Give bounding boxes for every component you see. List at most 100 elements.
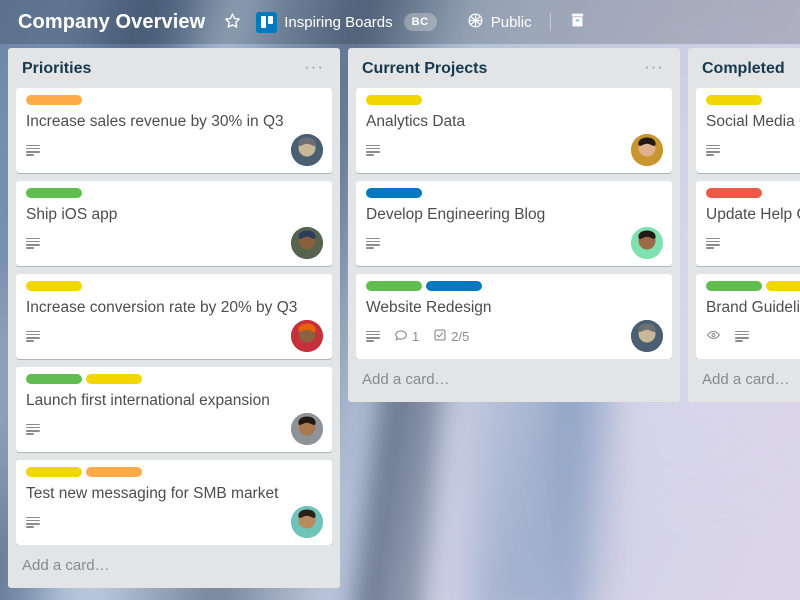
card-badges: [26, 330, 40, 342]
card-labels: [366, 188, 663, 198]
card[interactable]: Develop Engineering Blog: [356, 181, 672, 266]
list-title[interactable]: Current Projects: [362, 60, 487, 78]
add-card-button[interactable]: Add a card…: [8, 545, 340, 582]
card[interactable]: Increase conversion rate by 20% by Q3: [16, 274, 332, 359]
member-avatar[interactable]: [291, 413, 323, 445]
list-header: Priorities ···: [8, 48, 340, 88]
card-badges: [366, 144, 380, 156]
card[interactable]: Increase sales revenue by 30% in Q3: [16, 88, 332, 173]
member-avatar[interactable]: [291, 320, 323, 352]
board-header: Company Overview Inspiring Boards BC Pub…: [0, 0, 800, 44]
card[interactable]: Launch first international expansion: [16, 367, 332, 452]
badge-description: [26, 330, 40, 342]
star-outline-icon: [224, 12, 241, 33]
card-badges: [706, 237, 720, 249]
description-icon: [26, 144, 40, 156]
comment-icon: [394, 328, 408, 345]
description-icon: [26, 237, 40, 249]
card-badges: [706, 328, 749, 345]
label-chip[interactable]: [26, 281, 82, 291]
description-icon: [366, 144, 380, 156]
list-title[interactable]: Priorities: [22, 60, 91, 78]
card-title: Website Redesign: [366, 299, 492, 316]
badge-description: [26, 144, 40, 156]
card-title: Brand Guidelines: [706, 299, 800, 316]
badge-description: [366, 330, 380, 342]
label-chip[interactable]: [26, 467, 82, 477]
card-footer: [26, 320, 323, 352]
label-chip[interactable]: [766, 281, 800, 291]
card-footer: 1 2/5: [366, 320, 663, 352]
card-title: Increase conversion rate by 20% by Q3: [26, 299, 298, 316]
card[interactable]: Brand Guidelines: [696, 274, 800, 359]
page-title[interactable]: Company Overview: [12, 9, 211, 36]
card-footer: [26, 227, 323, 259]
description-icon: [26, 330, 40, 342]
card-list: Social Media Campaign Update Help Center B…: [688, 88, 800, 359]
card-badges: 1 2/5: [366, 328, 469, 345]
card[interactable]: Website Redesign 1 2/5: [356, 274, 672, 359]
list-title[interactable]: Completed: [702, 60, 785, 78]
label-chip[interactable]: [26, 95, 82, 105]
card-title: Social Media Campaign: [706, 113, 800, 130]
label-chip[interactable]: [86, 467, 142, 477]
card-badges: [26, 516, 40, 528]
card-badges: [366, 237, 380, 249]
list-header: Current Projects ···: [348, 48, 680, 88]
label-chip[interactable]: [706, 95, 762, 105]
team-button[interactable]: Inspiring Boards BC: [248, 7, 445, 37]
trello-team-logo-icon: [256, 11, 278, 33]
label-chip[interactable]: [426, 281, 482, 291]
description-icon: [706, 237, 720, 249]
badge-description: [26, 516, 40, 528]
list-completed: Completed··· Social Media Campaign Update …: [688, 48, 800, 402]
card-footer: [26, 506, 323, 538]
member-avatar[interactable]: [291, 134, 323, 166]
header-divider: [549, 13, 551, 31]
label-chip[interactable]: [366, 188, 422, 198]
member-avatar[interactable]: [631, 134, 663, 166]
badge-description: [706, 144, 720, 156]
card[interactable]: Test new messaging for SMB market: [16, 460, 332, 545]
label-chip[interactable]: [86, 374, 142, 384]
list-priorities: Priorities ··· Increase sales revenue by 3…: [8, 48, 340, 588]
member-avatar[interactable]: [631, 227, 663, 259]
label-chip[interactable]: [706, 188, 762, 198]
visibility-button[interactable]: Public: [459, 7, 540, 37]
card-badges: [26, 144, 40, 156]
card-footer: [26, 413, 323, 445]
label-chip[interactable]: [366, 281, 422, 291]
add-card-button[interactable]: Add a card…: [348, 359, 680, 396]
card-labels: [26, 281, 323, 291]
card-footer: [706, 227, 800, 259]
card-footer: [706, 134, 800, 166]
star-board-button[interactable]: [217, 7, 248, 37]
card-labels: [26, 467, 323, 477]
list-menu-dots-icon[interactable]: ···: [298, 58, 330, 77]
label-chip[interactable]: [366, 95, 422, 105]
member-avatar[interactable]: [291, 506, 323, 538]
member-avatar[interactable]: [291, 227, 323, 259]
board-canvas: Company Overview Inspiring Boards BC Pub…: [0, 0, 800, 600]
card[interactable]: Update Help Center: [696, 181, 800, 266]
card-title: Increase sales revenue by 30% in Q3: [26, 113, 284, 130]
card-labels: [366, 281, 663, 291]
member-avatar[interactable]: [631, 320, 663, 352]
description-icon: [26, 423, 40, 435]
checklist-icon: [433, 328, 447, 345]
label-chip[interactable]: [26, 188, 82, 198]
badge-description: [26, 423, 40, 435]
card-footer: [366, 134, 663, 166]
label-chip[interactable]: [26, 374, 82, 384]
badge-comment: 1: [394, 328, 419, 345]
badge-description: [366, 237, 380, 249]
card[interactable]: Analytics Data: [356, 88, 672, 173]
add-card-button[interactable]: Add a card…: [688, 359, 800, 396]
visibility-label: Public: [490, 13, 532, 31]
badge-text: 2/5: [451, 328, 470, 344]
label-chip[interactable]: [706, 281, 762, 291]
list-menu-dots-icon[interactable]: ···: [638, 58, 670, 77]
archive-button[interactable]: [561, 7, 594, 37]
card[interactable]: Ship iOS app: [16, 181, 332, 266]
card[interactable]: Social Media Campaign: [696, 88, 800, 173]
